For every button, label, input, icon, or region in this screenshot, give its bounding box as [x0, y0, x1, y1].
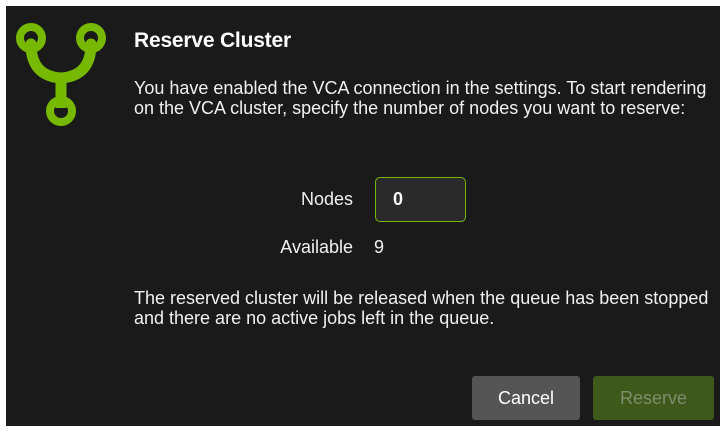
- dialog-message: You have enabled the VCA connection in t…: [134, 78, 707, 118]
- release-note: The reserved cluster will be released wh…: [134, 288, 709, 328]
- available-value: 9: [374, 237, 385, 257]
- nodes-input[interactable]: [375, 177, 466, 222]
- reserve-button[interactable]: Reserve: [593, 376, 714, 420]
- cluster-fork-icon: [16, 23, 106, 126]
- dialog-title: Reserve Cluster: [134, 29, 291, 52]
- reserve-cluster-dialog: Reserve Cluster You have enabled the VCA…: [6, 6, 720, 426]
- nodes-label: Nodes: [300, 189, 353, 209]
- cancel-button[interactable]: Cancel: [472, 376, 580, 420]
- available-label: Available: [280, 237, 353, 257]
